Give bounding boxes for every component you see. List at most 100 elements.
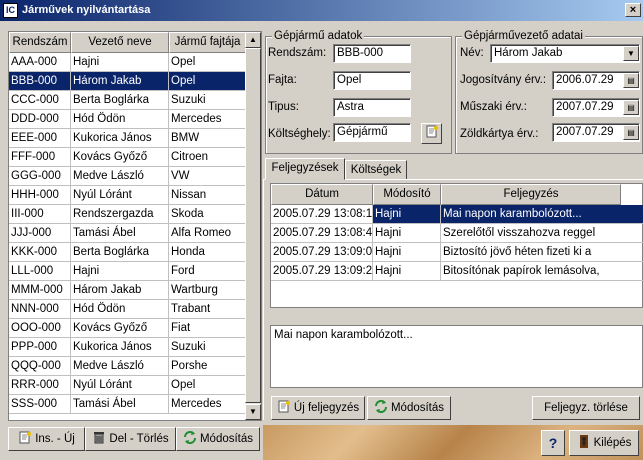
driver-name-select[interactable]: Három Jakab <box>490 44 640 63</box>
new-note-label: Új feljegyzés <box>293 402 360 414</box>
plate-cell: JJJ-000 <box>9 224 71 243</box>
driver-name-label: Név: <box>460 47 484 59</box>
table-row[interactable]: 2005.07.29 13:08:4 Hajni Szerelőtől vissza… <box>271 224 643 243</box>
modifier-cell: Hajni <box>373 262 441 281</box>
delete-note-button[interactable]: Feljegyz. törlése <box>532 396 640 420</box>
type-field[interactable]: Opel <box>333 71 411 90</box>
exit-button[interactable]: Kilépés <box>569 430 639 456</box>
new-document-icon <box>426 125 438 138</box>
driver-cell: Hód Ödön <box>71 110 169 129</box>
table-row[interactable]: 2005.07.29 13:09:0 Hajni Biztosító jövő hé… <box>271 243 643 262</box>
vehicle-grid[interactable]: Rendszám Vezető neve Jármű fajtája AAA-0… <box>8 31 262 421</box>
scroll-thumb[interactable] <box>245 48 261 403</box>
table-row[interactable]: NNN-000 Hód Ödön Trabant <box>9 300 246 319</box>
driver-cell: Tamási Ábel <box>71 395 169 414</box>
driver-cell: Kukorica János <box>71 129 169 148</box>
calendar-icon[interactable]: ▤ <box>623 125 639 140</box>
vehicle-type-cell: Opel <box>169 72 246 91</box>
calendar-icon[interactable]: ▤ <box>623 73 639 88</box>
table-row[interactable]: OOO-000 Kovács Győző Fiat <box>9 319 246 338</box>
column-header-date[interactable]: Dátum <box>271 184 373 205</box>
table-row[interactable]: SSS-000 Tamási Ábel Mercedes <box>9 395 246 414</box>
plate-cell: LLL-000 <box>9 262 71 281</box>
table-row[interactable]: RRR-000 Nyúl Lóránt Opel <box>9 376 246 395</box>
vehicle-type-cell: Fiat <box>169 319 246 338</box>
table-row[interactable]: BBB-000 Három Jakab Opel <box>9 72 246 91</box>
table-row[interactable]: DDD-000 Hód Ödön Mercedes <box>9 110 246 129</box>
modify-note-button[interactable]: Módosítás <box>367 396 451 420</box>
driver-cell: Hajni <box>71 53 169 72</box>
scroll-down-icon[interactable]: ▼ <box>245 404 261 420</box>
table-row[interactable]: QQQ-000 Medve László Porshe <box>9 357 246 376</box>
chevron-down-icon[interactable]: ▼ <box>623 46 639 61</box>
driver-cell: Nyúl Lóránt <box>71 376 169 395</box>
driver-cell: Kovács Győző <box>71 319 169 338</box>
modify-button[interactable]: Módosítás <box>176 427 260 451</box>
plate-cell: NNN-000 <box>9 300 71 319</box>
table-row[interactable]: PPP-000 Kukorica János Suzuki <box>9 338 246 357</box>
vehicle-type-cell: Porshe <box>169 357 246 376</box>
vehicle-type-cell: Trabant <box>169 300 246 319</box>
table-row[interactable]: AAA-000 Hajni Opel <box>9 53 246 72</box>
model-field[interactable]: Astra <box>333 98 411 117</box>
column-header-driver[interactable]: Vezető neve <box>71 32 169 53</box>
plate-cell: GGG-000 <box>9 167 71 186</box>
title-bar: IC Járművek nyilvántartása × <box>0 0 643 21</box>
tab-notes[interactable]: Feljegyzések <box>265 158 345 180</box>
column-header-note[interactable]: Feljegyzés <box>441 184 621 205</box>
plate-cell: PPP-000 <box>9 338 71 357</box>
vehicle-type-cell: Honda <box>169 243 246 262</box>
calendar-icon[interactable]: ▤ <box>623 100 639 115</box>
table-row[interactable]: CCC-000 Berta Boglárka Suzuki <box>9 91 246 110</box>
insert-button[interactable]: Ins. - Új <box>8 427 85 451</box>
column-header-vehicle-type[interactable]: Jármű fajtája <box>169 32 246 53</box>
tab-costs[interactable]: Költségek <box>345 160 407 180</box>
scroll-up-icon[interactable]: ▲ <box>245 32 261 48</box>
cost-center-lookup-button[interactable] <box>421 123 442 144</box>
driver-cell: Kovács Győző <box>71 148 169 167</box>
table-row[interactable]: LLL-000 Hajni Ford <box>9 262 246 281</box>
plate-cell: BBB-000 <box>9 72 71 91</box>
driver-data-group: Gépjárművezető adatai Név: Három Jakab ▼… <box>455 30 643 154</box>
vehicle-type-cell: Mercedes <box>169 110 246 129</box>
notes-grid[interactable]: Dátum Módosító Feljegyzés 2005.07.29 13:… <box>270 183 643 308</box>
help-button[interactable]: ? <box>541 430 565 456</box>
vehicle-type-cell: Mercedes <box>169 395 246 414</box>
column-header-modifier[interactable]: Módosító <box>373 184 441 205</box>
vehicle-data-group: Gépjármű adatok Rendszám: BBB-000 Fajta:… <box>265 30 452 154</box>
table-row[interactable]: EEE-000 Kukorica János BMW <box>9 129 246 148</box>
table-row[interactable]: HHH-000 Nyúl Lóránt Nissan <box>9 186 246 205</box>
column-header-plate[interactable]: Rendszám <box>9 32 71 53</box>
table-row[interactable]: GGG-000 Medve László VW <box>9 167 246 186</box>
driver-cell: Kukorica János <box>71 338 169 357</box>
refresh-icon <box>374 400 387 414</box>
driver-cell: Hajni <box>71 262 169 281</box>
table-row[interactable]: KKK-000 Berta Boglárka Honda <box>9 243 246 262</box>
new-note-button[interactable]: Új feljegyzés <box>271 396 365 420</box>
note-memo[interactable]: Mai napon karambolózott... <box>270 325 643 388</box>
cost-center-label: Költséghely: <box>268 128 331 140</box>
table-row[interactable]: 2005.07.29 13:08:1 Hajni Mai napon karambo… <box>271 205 643 224</box>
table-row[interactable]: FFF-000 Kovács Győző Citroen <box>9 148 246 167</box>
table-row[interactable]: 2005.07.29 13:09:2 Hajni Bitosítónak papír… <box>271 262 643 281</box>
delete-button[interactable]: Del - Törlés <box>85 427 176 451</box>
vehicle-grid-scrollbar[interactable]: ▲ ▼ <box>245 32 261 420</box>
window-title: Járművek nyilvántartása <box>22 4 151 16</box>
table-row[interactable]: MMM-000 Három Jakab Wartburg <box>9 281 246 300</box>
driver-cell: Hód Ödön <box>71 300 169 319</box>
plate-cell: III-000 <box>9 205 71 224</box>
plate-cell: EEE-000 <box>9 129 71 148</box>
plate-field[interactable]: BBB-000 <box>333 44 411 63</box>
table-row[interactable]: III-000 Rendszergazda Skoda <box>9 205 246 224</box>
close-button[interactable]: × <box>625 3 641 17</box>
vehicle-type-cell: VW <box>169 167 246 186</box>
delete-button-label: Del - Törlés <box>109 433 169 445</box>
license-expiry-label: Jogosítvány érv.: <box>460 74 547 86</box>
vehicle-grid-header: Rendszám Vezető neve Jármű fajtája <box>9 32 246 53</box>
plate-cell: KKK-000 <box>9 243 71 262</box>
table-row[interactable]: JJJ-000 Tamási Ábel Alfa Romeo <box>9 224 246 243</box>
modify-button-label: Módosítás <box>199 433 254 445</box>
modifier-cell: Hajni <box>373 205 441 224</box>
vehicle-type-cell: Citroen <box>169 148 246 167</box>
cost-center-field[interactable]: Gépjármű <box>333 123 411 142</box>
